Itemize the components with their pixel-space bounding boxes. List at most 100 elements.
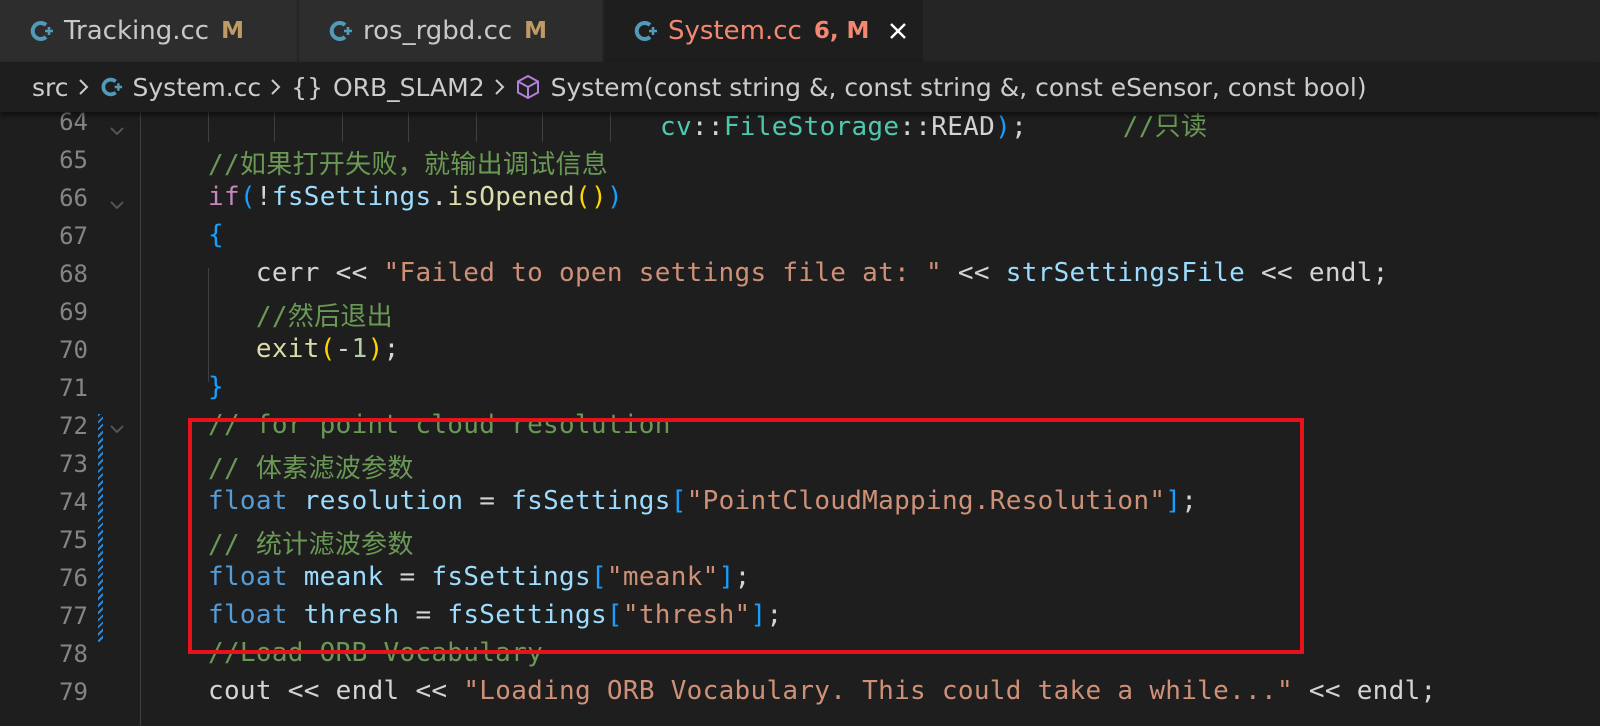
code-token: 1 xyxy=(351,334,368,364)
line-number: 75 xyxy=(59,526,88,554)
code-token: ; xyxy=(1011,112,1028,142)
code-text: } xyxy=(208,372,224,402)
line-number: 71 xyxy=(59,374,88,402)
code-token: << xyxy=(415,676,448,706)
cpp-file-icon xyxy=(99,75,123,99)
code-line[interactable]: 64 cv::FileStorage::READ); //只读 xyxy=(0,112,1600,142)
line-number: 72 xyxy=(59,412,88,440)
code-token: fsSettings xyxy=(271,182,432,212)
code-text: exit(-1); xyxy=(208,334,400,364)
modified-badge: M xyxy=(524,18,548,44)
code-token: "Loading ORB Vocabulary. This could take… xyxy=(463,676,1293,706)
line-number: 78 xyxy=(59,640,88,668)
line-number: 69 xyxy=(59,298,88,326)
breadcrumb: src System.cc {} ORB_SLAM2 System(const … xyxy=(0,62,1600,112)
code-line[interactable]: 71} xyxy=(0,370,1600,408)
code-token: ) xyxy=(995,112,1012,142)
code-line[interactable]: 69 //然后退出 xyxy=(0,294,1600,332)
code-token: ) xyxy=(590,182,607,212)
breadcrumb-file[interactable]: System.cc xyxy=(99,72,262,102)
code-token: << endl; xyxy=(1245,258,1389,288)
line-number: 70 xyxy=(59,336,88,364)
chevron-right-icon xyxy=(493,77,507,97)
namespace-icon: {} xyxy=(291,72,323,102)
breadcrumb-symbol-label: System(const string &, const string &, c… xyxy=(550,72,1367,102)
close-icon[interactable] xyxy=(887,20,909,42)
code-text: //然后退出 xyxy=(208,296,393,333)
code-token: ( xyxy=(239,182,256,212)
code-token: isOpened xyxy=(447,182,576,212)
code-token: ; xyxy=(383,334,400,364)
code-text: cv::FileStorage::READ); //只读 xyxy=(660,112,1207,143)
breadcrumb-file-label: System.cc xyxy=(132,72,262,102)
code-line[interactable]: 79 cout << endl << "Loading ORB Vocabular… xyxy=(0,674,1600,712)
breadcrumb-folder[interactable]: src xyxy=(32,73,69,102)
line-number: 68 xyxy=(59,260,88,288)
line-number: 74 xyxy=(59,488,88,516)
chevron-right-icon xyxy=(77,77,91,97)
tab-label: ros_rgbd.cc xyxy=(363,16,513,46)
cpp-file-icon xyxy=(632,18,658,44)
tab-label: System.cc xyxy=(668,16,802,46)
code-token: << endl; xyxy=(1292,676,1437,706)
method-cube-icon xyxy=(515,74,541,100)
line-number: 64 xyxy=(59,112,88,136)
tab-tracking-cc[interactable]: Tracking.cc M xyxy=(0,0,298,62)
code-line[interactable]: 66 if(!fsSettings.isOpened()) xyxy=(0,180,1600,218)
annotation-highlight-box xyxy=(188,418,1304,654)
code-token: cv xyxy=(660,112,692,142)
tab-system-cc[interactable]: System.cc 6, M xyxy=(604,0,924,62)
code-token: endl xyxy=(319,676,416,706)
cpp-file-icon xyxy=(28,18,54,44)
code-text: if(!fsSettings.isOpened()) xyxy=(208,182,623,212)
fold-chevron-icon[interactable] xyxy=(106,418,128,440)
line-number: 79 xyxy=(59,678,88,706)
code-token: << xyxy=(287,676,320,706)
modified-badge: M xyxy=(221,18,244,44)
code-token: . xyxy=(431,182,448,212)
tab-bar: Tracking.cc M ros_rgbd.cc M System.cc 6,… xyxy=(0,0,1600,62)
code-token: //只读 xyxy=(1122,112,1208,142)
line-number: 73 xyxy=(59,450,88,478)
code-token: ( xyxy=(575,182,591,212)
code-text: cerr << "Failed to open settings file at… xyxy=(208,258,1389,288)
breadcrumb-namespace[interactable]: {} ORB_SLAM2 xyxy=(291,73,484,102)
code-line[interactable]: 70 exit(-1); xyxy=(0,332,1600,370)
line-number: 66 xyxy=(59,184,88,212)
line-number: 76 xyxy=(59,564,88,592)
code-line[interactable]: 65 //如果打开失败，就输出调试信息 xyxy=(0,142,1600,180)
code-line[interactable]: 67 { xyxy=(0,218,1600,256)
breadcrumb-symbol[interactable]: System(const string &, const string &, c… xyxy=(515,73,1367,102)
code-token: cout xyxy=(208,676,288,706)
fold-chevron-icon[interactable] xyxy=(106,120,128,142)
code-text: { xyxy=(208,220,224,250)
tab-label: Tracking.cc xyxy=(64,16,210,46)
code-token: - xyxy=(335,334,352,364)
code-token: << xyxy=(941,258,1006,288)
code-token: strSettingsFile xyxy=(1005,258,1246,288)
code-token: if xyxy=(208,182,240,212)
line-number: 77 xyxy=(59,602,88,630)
code-token: READ xyxy=(931,112,996,142)
code-token: cerr xyxy=(208,258,336,288)
code-token: { xyxy=(208,220,224,250)
tab-ros-rgbd-cc[interactable]: ros_rgbd.cc M xyxy=(299,0,603,62)
code-token: << xyxy=(335,258,368,288)
code-token: //如果打开失败，就输出调试信息 xyxy=(208,150,609,180)
code-token: ! xyxy=(255,182,272,212)
code-token: ) xyxy=(606,182,623,212)
code-token: ( xyxy=(319,334,336,364)
code-token: exit xyxy=(255,334,320,364)
fold-chevron-icon[interactable] xyxy=(106,194,128,216)
code-token: "Failed to open settings file at: " xyxy=(383,258,942,288)
chevron-right-icon xyxy=(269,77,283,97)
problems-badge: 6, M xyxy=(813,18,870,44)
code-line[interactable]: 68 cerr << "Failed to open settings file… xyxy=(0,256,1600,294)
line-number: 65 xyxy=(59,146,88,174)
line-number: 67 xyxy=(59,222,88,250)
code-token: FileStorage xyxy=(723,112,900,142)
code-token: :: xyxy=(691,112,724,142)
